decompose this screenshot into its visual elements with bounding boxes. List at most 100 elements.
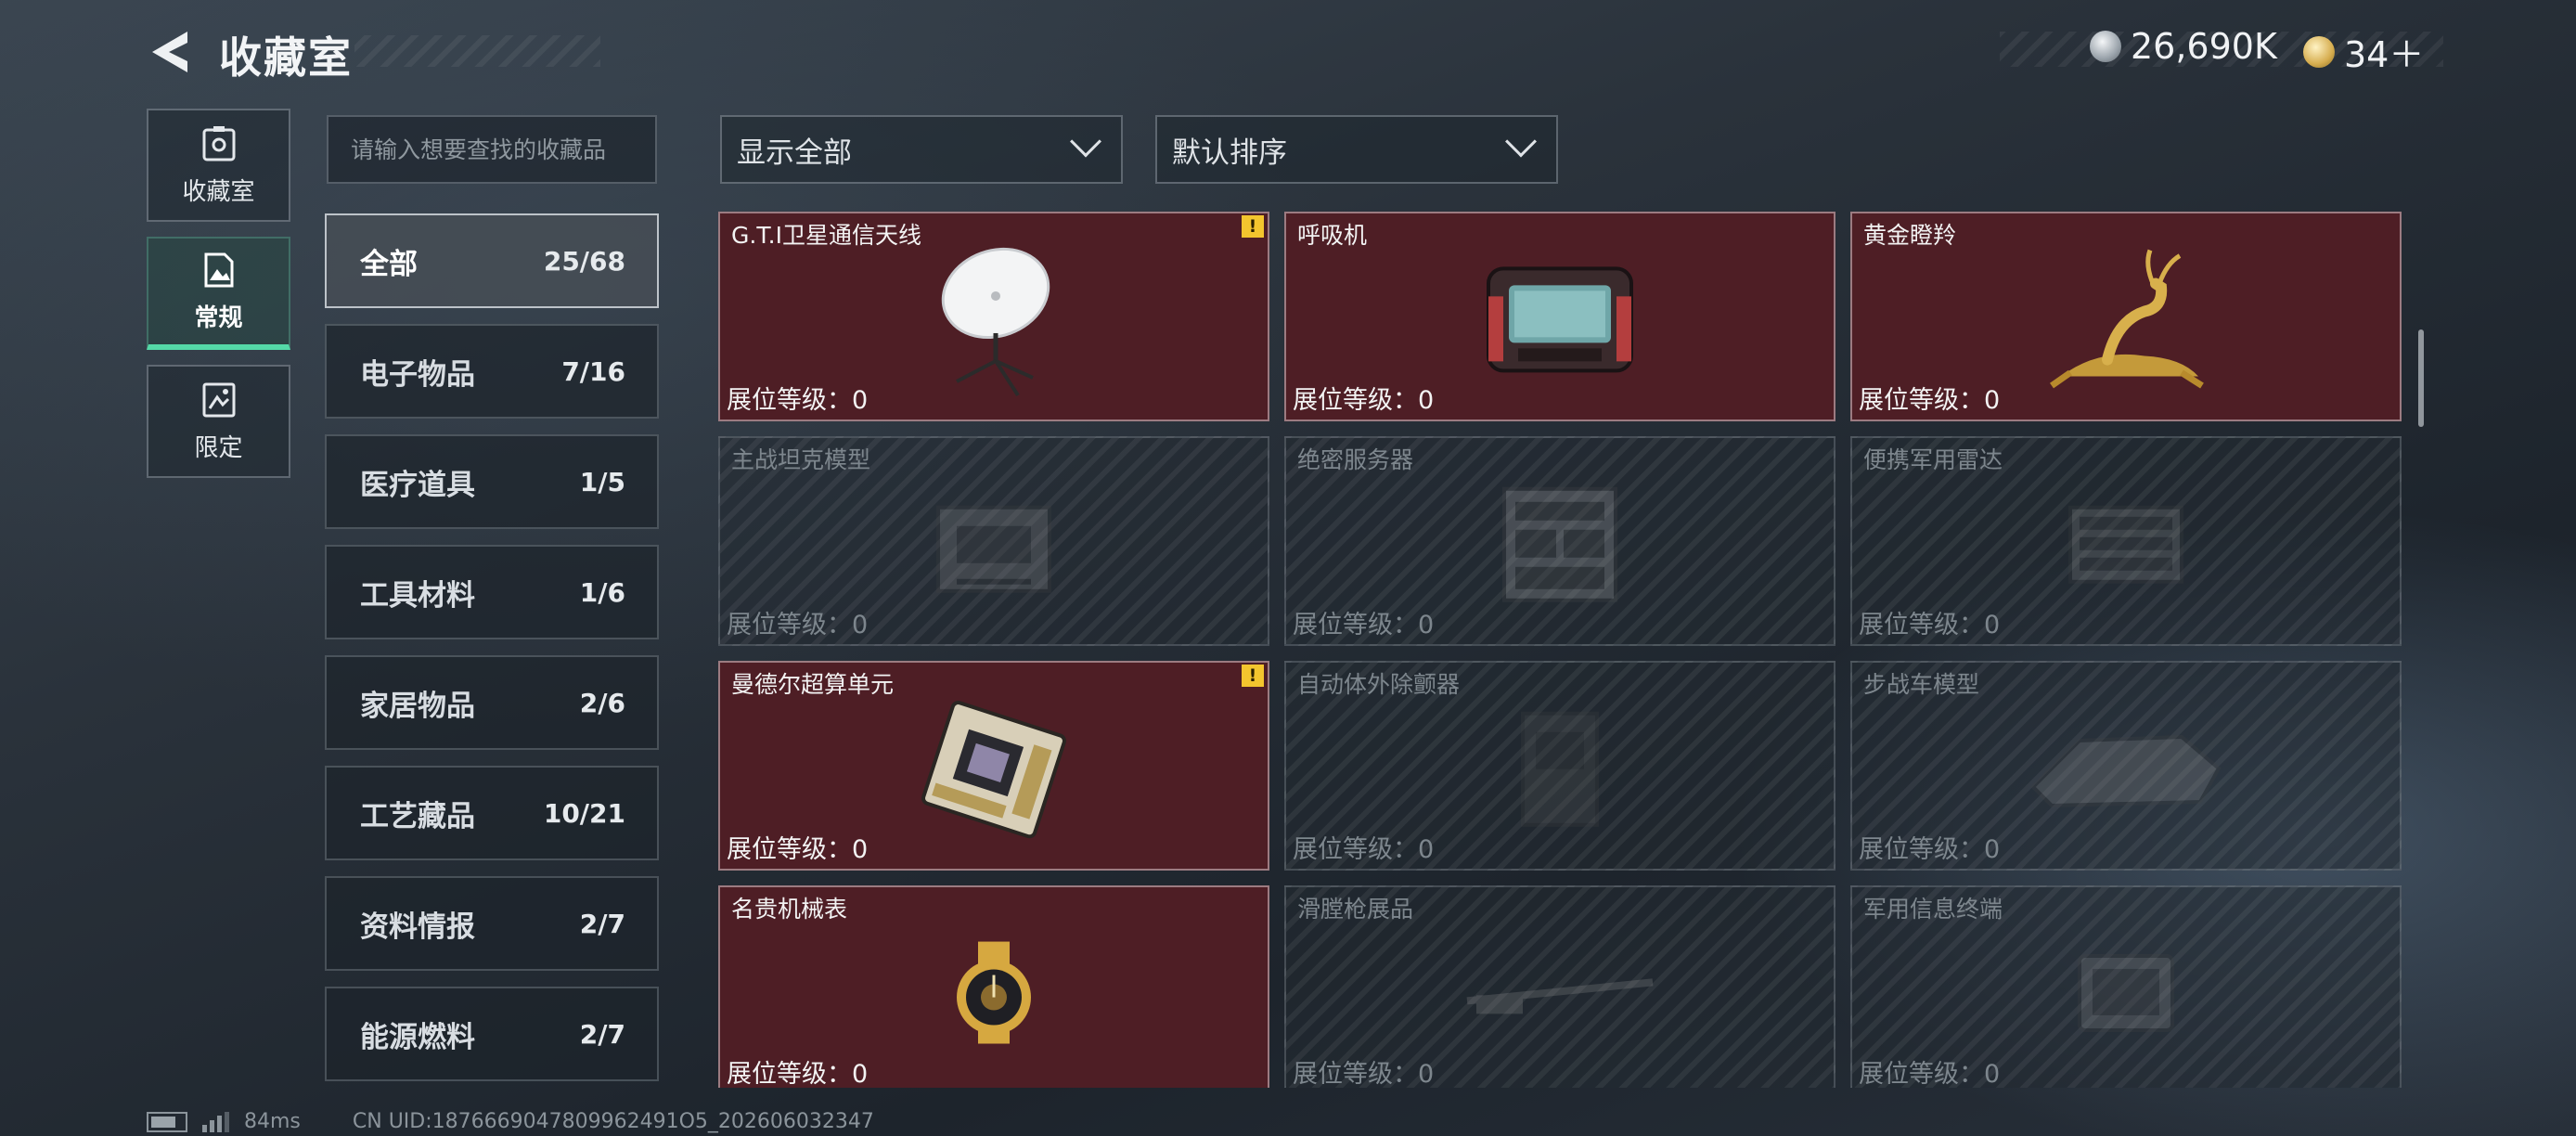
category-count: 2/7 [579, 908, 625, 939]
side-nav: 收藏室 常规 限定 [147, 109, 290, 493]
item-name: 步战车模型 [1863, 671, 1980, 698]
category-label: 电子物品 [360, 357, 475, 392]
display-filter-dropdown[interactable]: 显示全部 [720, 115, 1123, 184]
collection-grid-viewport[interactable]: 展位等级：0展位等级：0展位等级：0G.T.I卫星通信天线展位等级：0!呼吸机展… [718, 212, 2403, 1088]
collection-grid: 展位等级：0展位等级：0展位等级：0G.T.I卫星通信天线展位等级：0!呼吸机展… [718, 212, 2402, 1088]
collection-item-card[interactable]: 曼德尔超算单元 展位等级：0! [718, 661, 1269, 871]
item-level: 展位等级：0 [1293, 386, 1435, 415]
category-item[interactable]: 家居物品 2/6 [325, 655, 659, 750]
search-box[interactable] [327, 115, 657, 184]
category-count: 1/5 [579, 466, 625, 497]
nav-regular[interactable]: 常规 [147, 237, 290, 350]
item-name: 曼德尔超算单元 [731, 671, 895, 698]
ping-value: 84ms [244, 1110, 301, 1133]
item-name: 自动体外除颤器 [1297, 671, 1461, 698]
silver-amount: 26,690K [2131, 26, 2277, 67]
limited-icon [202, 382, 235, 417]
page-title: 收藏室 [219, 32, 353, 83]
item-name: 绝密服务器 [1297, 446, 1414, 473]
silver-currency[interactable]: 26,690K [2090, 26, 2277, 67]
back-arrow-icon[interactable] [147, 28, 193, 76]
item-level: 展位等级：0 [1859, 611, 2001, 639]
collection-item-card[interactable]: 绝密服务器展位等级：0 [1284, 436, 1835, 646]
search-input[interactable] [351, 136, 633, 163]
collection-item-card[interactable]: 呼吸机展位等级：0 [1284, 212, 1835, 421]
display-filter-value: 显示全部 [737, 136, 852, 170]
category-item[interactable]: 资料情报 2/7 [325, 876, 659, 971]
item-level: 展位等级：0 [727, 611, 869, 639]
radar-icon [2052, 480, 2200, 613]
item-name: 军用信息终端 [1863, 896, 2003, 923]
gold-amount: 34＋ [2344, 34, 2425, 75]
sort-dropdown[interactable]: 默认排序 [1155, 115, 1558, 184]
gold-coin-icon [2303, 35, 2335, 68]
item-name: 呼吸机 [1297, 222, 1368, 249]
category-item[interactable]: 电子物品 7/16 [325, 324, 659, 419]
category-count: 25/68 [543, 245, 625, 277]
collection-item-card[interactable]: 主战坦克模型 展位等级：0 [718, 436, 1269, 646]
category-label: 资料情报 [360, 910, 475, 944]
item-name: G.T.I卫星通信天线 [731, 222, 921, 249]
server-rack-icon [1486, 480, 1634, 613]
status-bar: 84ms CN UID:1876669047809962491O5_202606… [147, 1110, 874, 1133]
category-label: 医疗道具 [360, 468, 475, 502]
chevron-down-icon [1505, 125, 1537, 158]
silver-coin-icon [2090, 31, 2121, 62]
musket-icon [1458, 954, 1662, 1032]
category-item[interactable]: 工具材料 1/6 [325, 545, 659, 639]
ventilator-icon [1481, 259, 1639, 383]
info-terminal-icon [2061, 937, 2191, 1052]
item-name: 名贵机械表 [731, 896, 848, 923]
scrollbar-thumb[interactable] [2418, 329, 2424, 427]
item-level: 展位等级：0 [727, 835, 869, 864]
golden-gazelle-icon [2042, 247, 2209, 399]
top-bar: 收藏室 26,690K 34＋ [0, 0, 2576, 102]
category-label: 家居物品 [360, 689, 475, 723]
item-name: 主战坦克模型 [731, 446, 871, 473]
nav-collection-room[interactable]: 收藏室 [147, 109, 290, 222]
category-label: 全部 [360, 247, 418, 281]
item-level: 展位等级：0 [1859, 1060, 2001, 1088]
category-item[interactable]: 工艺藏品 10/21 [325, 766, 659, 860]
category-label: 工艺藏品 [360, 799, 475, 833]
uid-text: CN UID:1876669047809962491O5_20260603234… [352, 1110, 874, 1133]
supercomputer-board-icon [915, 700, 1073, 843]
item-level: 展位等级：0 [1293, 835, 1435, 864]
category-item[interactable]: 能源燃料 2/7 [325, 987, 659, 1081]
sort-value: 默认排序 [1172, 136, 1287, 170]
category-count: 10/21 [543, 797, 625, 829]
luxury-watch-icon [934, 941, 1054, 1048]
satellite-dish-icon [929, 242, 1059, 404]
category-count: 1/6 [579, 576, 625, 608]
category-count: 2/6 [579, 687, 625, 718]
collection-item-card[interactable]: 滑膛枪展品 展位等级：0 [1284, 885, 1835, 1088]
category-item[interactable]: 全部 25/68 [325, 213, 659, 308]
collection-item-card[interactable]: 军用信息终端 展位等级：0 [1850, 885, 2402, 1088]
nav-label: 收藏室 [182, 177, 255, 206]
collection-item-card[interactable]: 黄金瞪羚 展位等级：0 [1850, 212, 2402, 421]
nav-limited[interactable]: 限定 [147, 365, 290, 478]
nav-label: 限定 [194, 433, 243, 462]
item-name: 黄金瞪羚 [1863, 222, 1957, 249]
signal-icon [202, 1111, 229, 1132]
collection-item-card[interactable]: 名贵机械表展位等级：0 [718, 885, 1269, 1088]
item-name: 滑膛枪展品 [1297, 896, 1414, 923]
warning-icon: ! [1242, 215, 1264, 238]
category-count: 7/16 [561, 355, 625, 387]
item-level: 展位等级：0 [727, 1060, 869, 1088]
collection-item-card[interactable]: 步战车模型展位等级：0 [1850, 661, 2402, 871]
item-level: 展位等级：0 [1859, 835, 2001, 864]
category-item[interactable]: 医疗道具 1/5 [325, 434, 659, 529]
collection-item-card[interactable]: 便携军用雷达 展位等级：0 [1850, 436, 2402, 646]
battery-icon [147, 1111, 187, 1132]
title-decoration [354, 35, 600, 67]
collection-item-card[interactable]: 自动体外除颤器展位等级：0 [1284, 661, 1835, 871]
category-list: 全部 25/68 电子物品 7/16 医疗道具 1/5 工具材料 1/6 家居物品 2/6 工艺藏品… [325, 213, 659, 1097]
gold-currency[interactable]: 34＋ [2303, 26, 2424, 77]
defibrillator-icon [1504, 704, 1616, 838]
chevron-down-icon [1070, 125, 1101, 158]
collection-item-card[interactable]: G.T.I卫星通信天线 展位等级：0! [718, 212, 1269, 421]
category-count: 2/7 [579, 1018, 625, 1050]
item-level: 展位等级：0 [1293, 611, 1435, 639]
tank-model-icon [920, 480, 1068, 613]
